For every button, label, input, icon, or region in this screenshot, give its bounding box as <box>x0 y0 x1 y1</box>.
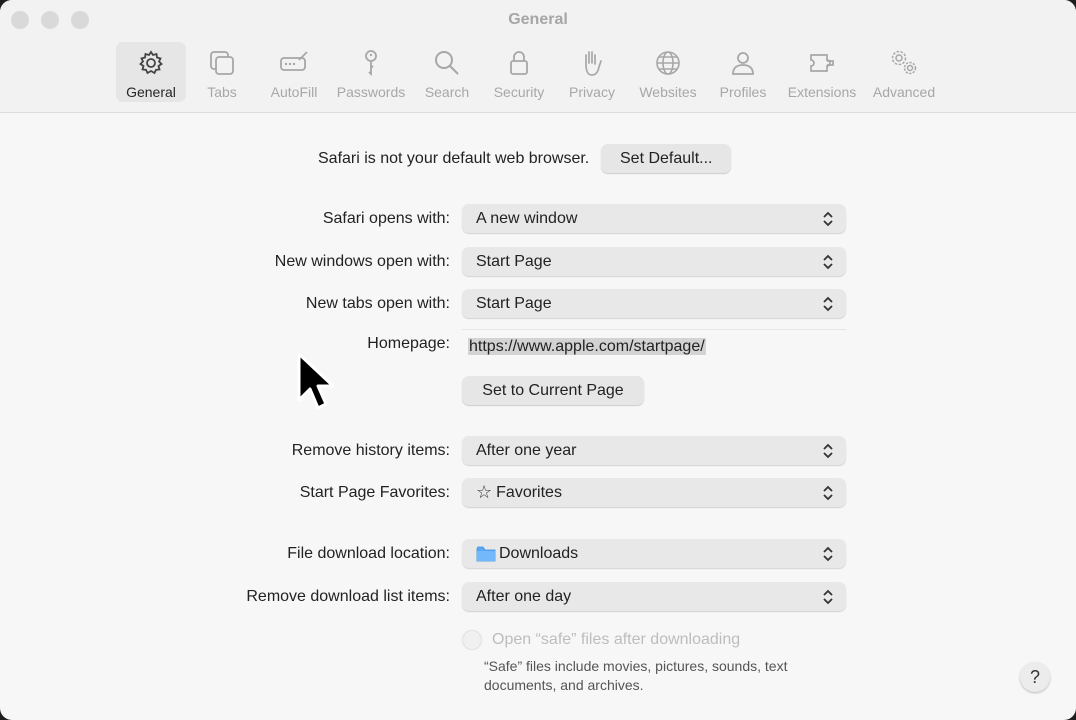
new-windows-popup[interactable]: Start Page <box>462 247 846 276</box>
up-down-chevron-icon <box>823 254 833 269</box>
tab-privacy[interactable]: Privacy <box>556 42 628 102</box>
gears-icon <box>887 46 921 80</box>
tab-passwords[interactable]: Passwords <box>330 42 412 102</box>
popup-value-row: ☆ Favorites <box>476 482 820 503</box>
tab-advanced[interactable]: Advanced <box>866 42 942 102</box>
folder-icon <box>476 546 496 561</box>
popup-value: Start Page <box>476 294 552 312</box>
person-icon <box>726 46 760 80</box>
tab-label: Profiles <box>719 84 767 100</box>
favorites-label: Start Page Favorites: <box>299 484 450 501</box>
open-safe-files-row: Open “safe” files after downloading <box>462 630 740 650</box>
tab-security[interactable]: Security <box>482 42 556 102</box>
tab-label: Passwords <box>336 84 406 100</box>
tab-websites[interactable]: Websites <box>628 42 708 102</box>
new-tabs-popup[interactable]: Start Page <box>462 289 846 318</box>
safari-opens-with-popup[interactable]: A new window <box>462 204 846 233</box>
homepage-url: https://www.apple.com/startpage/ <box>468 338 706 355</box>
tab-general[interactable]: General <box>116 42 186 102</box>
new-windows-label: New windows open with: <box>274 253 450 270</box>
download-location-label: File download location: <box>287 545 450 562</box>
tab-tabs[interactable]: Tabs <box>186 42 258 102</box>
remove-download-label: Remove download list items: <box>246 588 450 605</box>
open-safe-files-label: Open “safe” files after downloading <box>492 631 741 648</box>
globe-icon <box>651 46 685 80</box>
tabs-icon <box>205 46 239 80</box>
tab-label: Tabs <box>207 84 237 100</box>
lock-icon <box>502 46 536 80</box>
gear-icon <box>134 46 168 80</box>
safe-files-note: “Safe” files include movies, pictures, s… <box>484 658 788 693</box>
download-location-popup[interactable]: Downloads <box>462 539 846 568</box>
remove-history-popup[interactable]: After one year <box>462 436 846 465</box>
preferences-toolbar: General Tabs AutoFill Passwords Search S… <box>116 42 942 102</box>
up-down-chevron-icon <box>823 211 833 226</box>
homepage-field[interactable]: https://www.apple.com/startpage/ <box>462 329 846 363</box>
tab-profiles[interactable]: Profiles <box>708 42 778 102</box>
key-icon <box>354 46 388 80</box>
up-down-chevron-icon <box>823 589 833 604</box>
puzzle-icon <box>805 46 839 80</box>
popup-value: Start Page <box>476 252 552 270</box>
tab-label: Extensions <box>787 84 857 100</box>
default-browser-row: Safari is not your default web browser. … <box>318 144 732 173</box>
tab-autofill[interactable]: AutoFill <box>258 42 330 102</box>
mouse-pointer-icon <box>297 352 335 410</box>
up-down-chevron-icon <box>823 296 833 311</box>
tab-label: General <box>126 84 176 100</box>
remove-download-popup[interactable]: After one day <box>462 582 846 611</box>
tab-extensions[interactable]: Extensions <box>778 42 866 102</box>
up-down-chevron-icon <box>823 485 833 500</box>
up-down-chevron-icon <box>823 546 833 561</box>
popup-value: Favorites <box>496 483 562 501</box>
remove-history-label: Remove history items: <box>291 442 450 459</box>
homepage-label: Homepage: <box>367 335 450 352</box>
set-default-button[interactable]: Set Default... <box>601 144 732 173</box>
popup-value: A new window <box>476 209 578 227</box>
autofill-icon <box>277 46 311 80</box>
tab-label: Security <box>493 84 545 100</box>
set-to-current-page-button[interactable]: Set to Current Page <box>462 376 644 405</box>
tab-label: AutoFill <box>270 84 318 100</box>
open-safe-files-checkbox[interactable] <box>462 630 482 650</box>
default-browser-message: Safari is not your default web browser. <box>318 149 590 167</box>
search-icon <box>430 46 464 80</box>
popup-value: Downloads <box>499 544 579 562</box>
star-icon: ☆ <box>476 482 493 502</box>
preferences-window: General General Tabs AutoFill Passwords … <box>0 0 1076 720</box>
safari-opens-with-label: Safari opens with: <box>322 210 450 227</box>
up-down-chevron-icon <box>823 443 833 458</box>
window-title: General <box>508 11 568 28</box>
general-pane: Safari is not your default web browser. … <box>0 113 1076 720</box>
tab-search[interactable]: Search <box>412 42 482 102</box>
tab-label: Advanced <box>872 84 936 100</box>
help-button[interactable]: ? <box>1020 662 1050 692</box>
popup-value: After one year <box>476 441 577 459</box>
popup-value: After one day <box>476 587 572 605</box>
favorites-popup[interactable]: ☆ Favorites <box>462 478 846 507</box>
new-tabs-label: New tabs open with: <box>305 295 450 312</box>
title-bar: General General Tabs AutoFill Passwords … <box>0 0 1076 113</box>
tab-label: Privacy <box>569 84 615 100</box>
popup-value-row: Downloads <box>476 545 820 563</box>
tab-label: Websites <box>639 84 697 100</box>
hand-icon <box>575 46 609 80</box>
tab-label: Search <box>424 84 470 100</box>
